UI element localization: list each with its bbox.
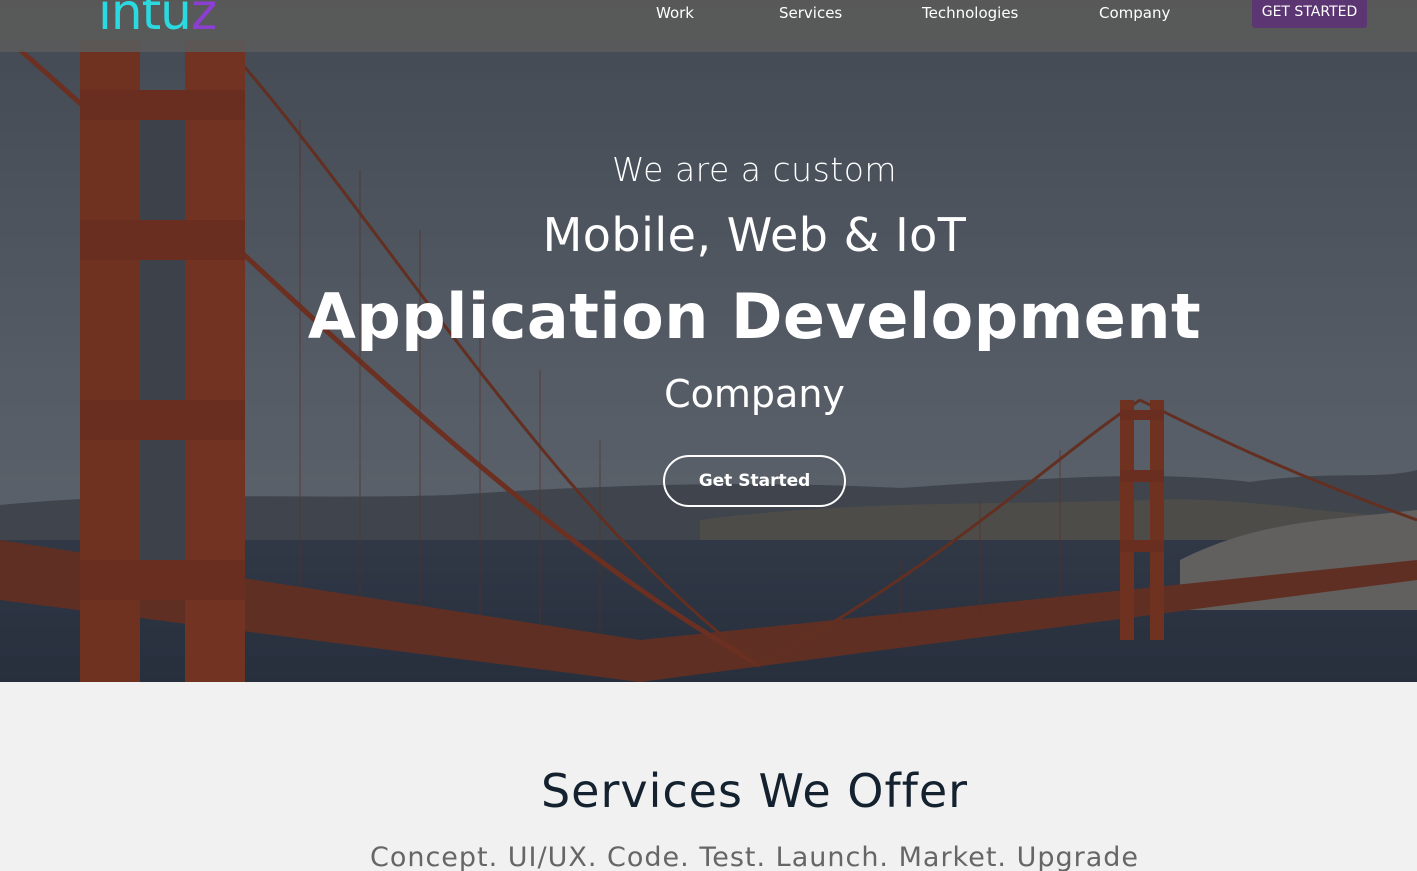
nav-get-started-button[interactable]: GET STARTED <box>1252 0 1367 28</box>
services-title: Services We Offer <box>540 764 969 818</box>
hero-section: We are a custom Mobile, Web & IoT Applic… <box>0 0 1417 682</box>
logo-accent-text: z <box>190 0 217 41</box>
nav-link-technologies[interactable]: Technologies <box>922 4 1018 22</box>
logo-text: intu <box>98 0 192 41</box>
hero-line-4: Company <box>664 372 845 416</box>
hero-get-started-button[interactable]: Get Started <box>663 455 846 507</box>
services-section: Services We Offer Concept. UI/UX. Code. … <box>0 682 1417 871</box>
nav-link-company[interactable]: Company <box>1099 4 1170 22</box>
hero-line-1: We are a custom <box>611 150 898 189</box>
brand-logo[interactable]: intuz <box>98 0 217 41</box>
nav-link-work[interactable]: Work <box>656 4 694 22</box>
hero-line-2: Mobile, Web & IoT <box>542 208 967 262</box>
nav-link-services[interactable]: Services <box>779 4 842 22</box>
hero-headline: Application Development <box>307 280 1202 353</box>
services-subtitle: Concept. UI/UX. Code. Test. Launch. Mark… <box>369 842 1140 871</box>
top-navbar: intuz Work Services Technologies Company… <box>0 0 1417 52</box>
